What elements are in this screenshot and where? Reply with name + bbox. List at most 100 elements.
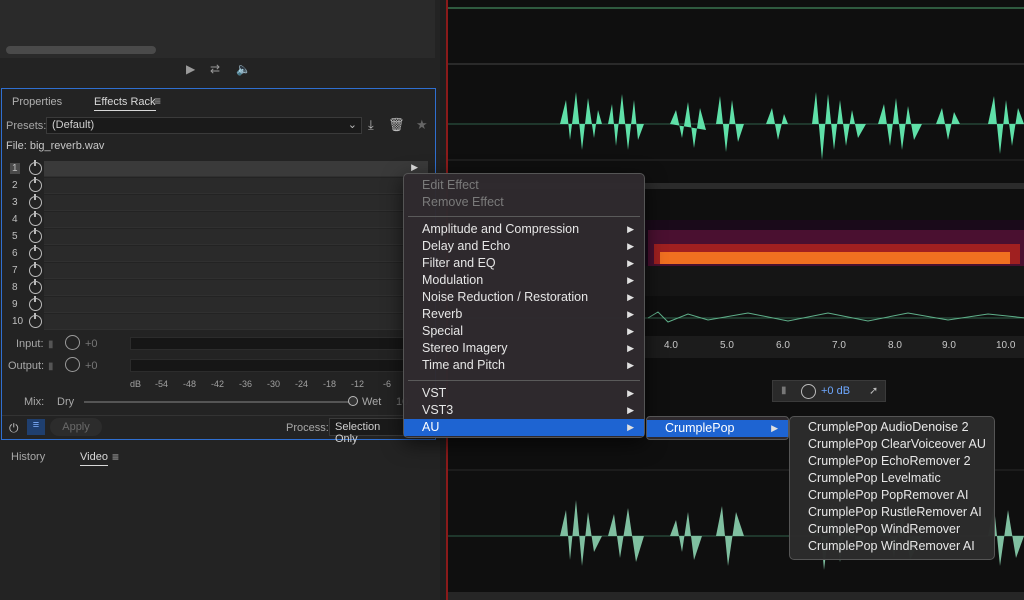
power-icon[interactable]: ⏻ [9,421,19,436]
power-icon[interactable] [29,313,42,328]
power-icon[interactable] [29,245,42,260]
volume-hud[interactable]: ▮ +0 dB ➚ [772,380,886,402]
tab-effects-rack[interactable]: Effects Rack [94,96,156,111]
pin-icon[interactable]: ➚ [869,384,878,397]
effect-slot[interactable]: 9 [8,296,432,314]
ruler-tick: 10.0 [996,340,1016,351]
menu-item-plugin[interactable]: CrumplePop Levelmatic [808,471,941,485]
effect-slot-field[interactable] [44,229,428,245]
menu-item-plugin-format[interactable]: AU ▶ [404,419,644,436]
input-label: Input: [16,338,44,350]
effect-slot[interactable]: 7 [8,262,432,280]
menu-item-category[interactable]: Modulation ▶ [404,272,644,289]
ruler-tick: 4.0 [664,340,678,351]
menu-item-label: Reverb [422,307,463,321]
menu-item-category[interactable]: Stereo Imagery ▶ [404,340,644,357]
list-view-icon[interactable]: ≡ [27,419,45,435]
play-icon[interactable]: ▶ [186,62,195,76]
effect-slot[interactable]: 4 [8,211,432,229]
save-preset-icon[interactable]: ⤓ [368,117,374,133]
slot-number: 10 [12,316,24,327]
preview-scrollbar[interactable] [6,46,156,54]
menu-item-plugin[interactable]: CrumplePop PopRemover AI [808,488,969,502]
menu-item-plugin[interactable]: CrumplePop RustleRemover AI [808,505,982,519]
effect-slot[interactable]: 1 ▶ [8,160,432,178]
favorite-star-icon[interactable]: ★ [416,117,428,133]
crumplepop-submenu: CrumplePop AudioDenoise 2 CrumplePop Clea… [789,416,995,560]
power-icon[interactable] [29,211,42,226]
meter-scale: dB -54 -48 -42 -36 -30 -24 -18 -12 -6 [130,379,406,391]
effect-slot-field[interactable] [44,178,428,194]
power-icon[interactable] [29,160,42,175]
menu-item-category[interactable]: Time and Pitch ▶ [404,357,644,374]
slot-number: 9 [12,299,18,310]
effect-slot-field[interactable] [44,246,428,262]
presets-dropdown[interactable]: (Default) ⌄ [46,117,362,134]
power-icon[interactable] [29,194,42,209]
loop-icon[interactable]: ⇄ [210,62,220,76]
effect-slot[interactable]: 6 [8,245,432,263]
power-icon[interactable] [29,296,42,311]
menu-item-plugin[interactable]: CrumplePop WindRemover [808,522,960,536]
menu-item-category[interactable]: Delay and Echo ▶ [404,238,644,255]
scale-tick: -30 [267,379,281,389]
menu-item-category[interactable]: Reverb ▶ [404,306,644,323]
tab-history[interactable]: History [11,451,45,463]
effect-slot-field[interactable] [44,161,428,177]
slot-arrow-icon[interactable]: ▶ [411,162,418,173]
menu-item-plugin[interactable]: CrumplePop AudioDenoise 2 [808,420,969,434]
apply-button[interactable]: Apply [50,418,102,436]
menu-item-category[interactable]: Special ▶ [404,323,644,340]
menu-item-category[interactable]: Filter and EQ ▶ [404,255,644,272]
mix-slider-handle[interactable] [348,396,358,406]
menu-item-plugin[interactable]: CrumplePop EchoRemover 2 [808,454,971,468]
volume-knob[interactable] [801,384,816,399]
effect-slot[interactable]: 10 [8,313,432,331]
menu-item-category[interactable]: Noise Reduction / Restoration ▶ [404,289,644,306]
power-icon[interactable] [29,228,42,243]
menu-item-plugin[interactable]: CrumplePop WindRemover AI [808,539,975,553]
trash-icon[interactable]: 🗑 [388,117,405,133]
submenu-arrow-icon: ▶ [627,405,634,415]
effect-slot-field[interactable] [44,280,428,296]
effect-slot-field[interactable] [44,212,428,228]
panel-menu-icon[interactable]: ≡ [112,450,119,464]
menu-item-remove-effect[interactable]: Remove Effect [404,194,644,211]
menu-item-label: Special [422,324,463,338]
menu-item-label: Filter and EQ [422,256,496,270]
power-icon[interactable] [29,279,42,294]
left-panel: ▶ ⇄ 🔈 Properties Effects Rack ≡ Presets:… [0,0,440,600]
menu-item-category[interactable]: Amplitude and Compression ▶ [404,221,644,238]
effect-slot[interactable]: 8 [8,279,432,297]
effect-slot-field[interactable] [44,263,428,279]
slot-number: 6 [12,248,18,259]
effect-slot[interactable]: 5 [8,228,432,246]
menu-item-plugin-format[interactable]: VST3 ▶ [404,402,644,419]
effect-slot[interactable]: 3 [8,194,432,212]
menu-separator [408,216,640,217]
volume-icon[interactable]: 🔈 [236,62,251,76]
effect-slot-field[interactable] [44,297,428,313]
menu-item-edit-effect[interactable]: Edit Effect [404,177,644,194]
menu-item-plugin-format[interactable]: VST ▶ [404,385,644,402]
effect-slot-field[interactable] [44,195,428,211]
tab-properties[interactable]: Properties [12,96,62,108]
process-dropdown[interactable]: Selection Only [329,418,407,445]
power-icon[interactable] [29,177,42,192]
signal-icon: ▮ [781,385,787,396]
submenu-arrow-icon: ▶ [627,343,634,353]
output-label: Output: [8,360,45,372]
mix-slider-track[interactable] [84,401,354,403]
effect-slot[interactable]: 2 [8,177,432,195]
slot-number: 7 [12,265,18,276]
output-knob[interactable] [65,357,80,372]
menu-item-crumplepop[interactable]: CrumplePop ▶ [647,420,788,437]
tab-video[interactable]: Video [80,451,108,466]
scale-tick: -54 [155,379,169,389]
menu-item-plugin[interactable]: CrumplePop ClearVoiceover AU [808,437,986,451]
power-icon[interactable] [29,262,42,277]
scale-tick: -42 [211,379,225,389]
input-knob[interactable] [65,335,80,350]
effect-slot-field[interactable] [44,314,428,330]
panel-menu-icon[interactable]: ≡ [154,94,161,108]
